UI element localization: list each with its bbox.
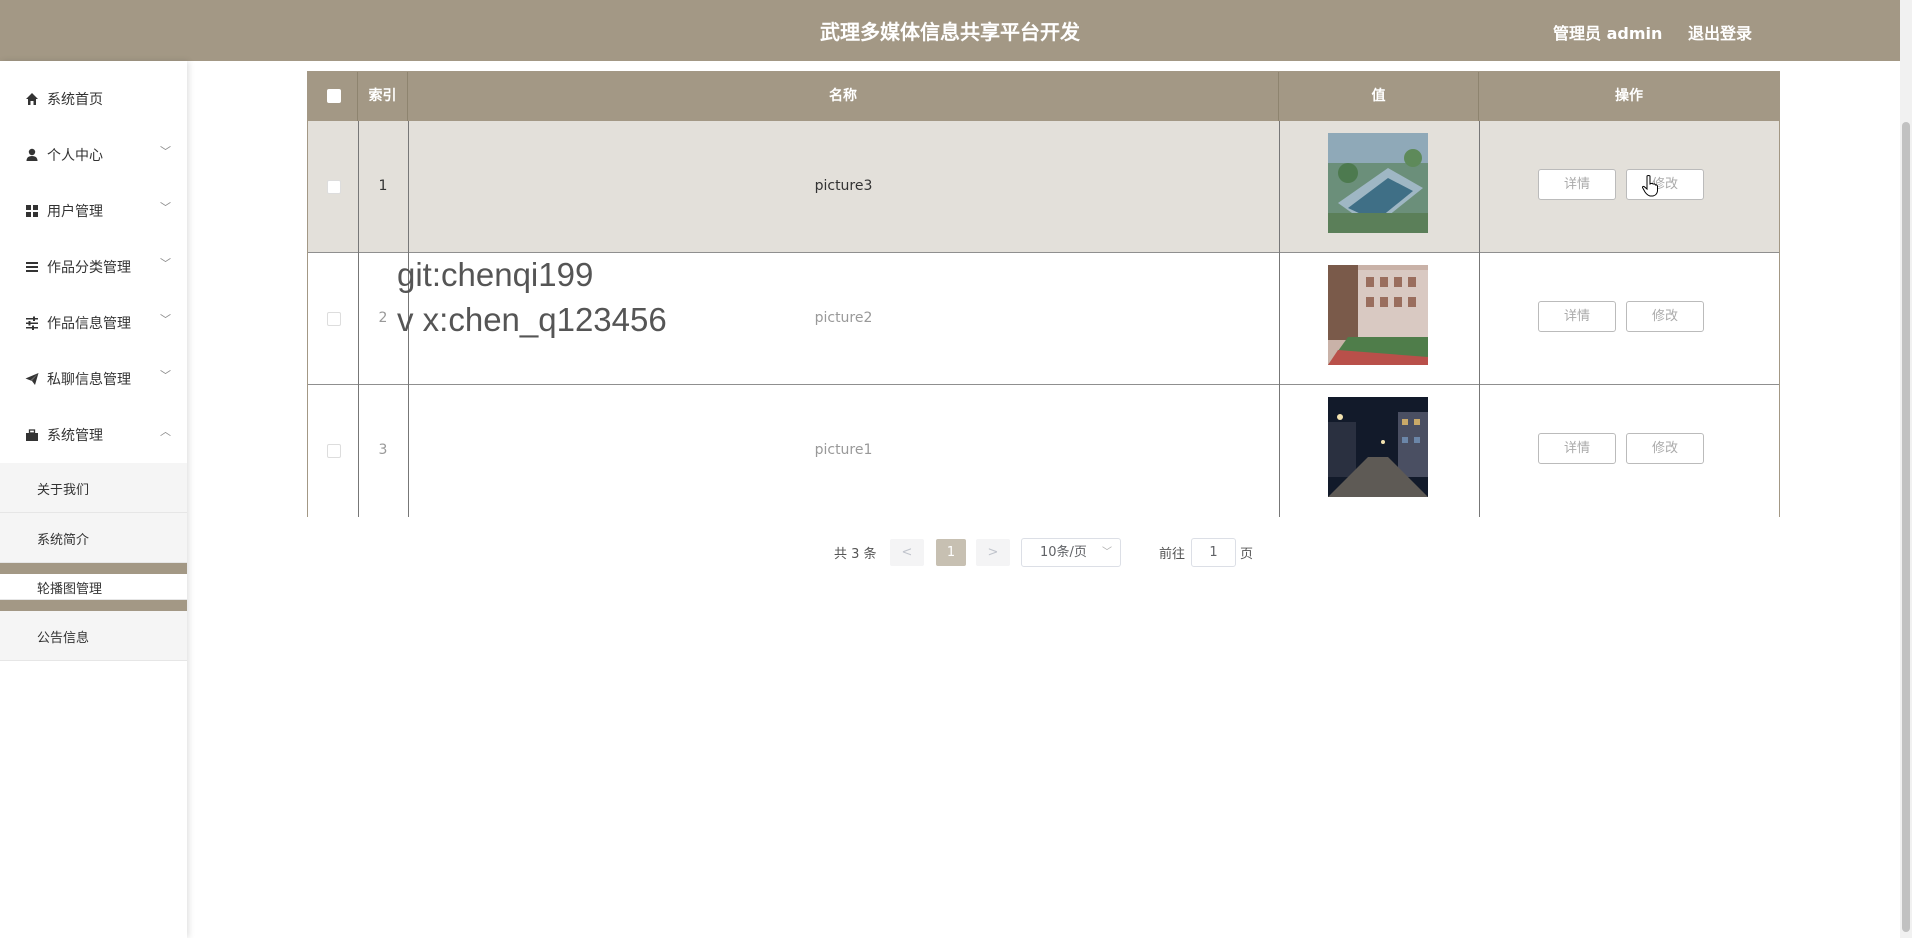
goto-label: 前往 xyxy=(1159,547,1186,562)
detail-button[interactable]: 详情 xyxy=(1538,433,1616,464)
pagination-next-button[interactable]: > xyxy=(976,539,1010,566)
pagination-prev-button[interactable]: < xyxy=(890,539,924,566)
hand-cursor-icon xyxy=(1641,175,1658,197)
table-header: 索引 名称 值 操作 xyxy=(308,72,1779,121)
table-row: 1 picture3 详情 修改 xyxy=(308,121,1779,253)
sidebar-item-label: 作品信息管理 xyxy=(47,316,131,332)
briefcase-icon xyxy=(26,429,38,441)
page-size-select[interactable]: 10条/页 ﹀ xyxy=(1021,538,1121,567)
detail-button[interactable]: 详情 xyxy=(1538,301,1616,332)
active-indicator xyxy=(0,600,187,611)
sidebar-item-label: 系统首页 xyxy=(47,92,103,108)
row-checkbox[interactable] xyxy=(327,444,341,458)
row-checkbox[interactable] xyxy=(327,180,341,194)
edit-button[interactable]: 修改 xyxy=(1626,433,1704,464)
chevron-down-icon: ﹀ xyxy=(160,145,171,158)
admin-label: 管理员 admin xyxy=(1553,24,1663,43)
sidebar: 系统首页 个人中心 ﹀ 用户管理 ﹀ 作品分类管理 ﹀ 作品信息管理 ﹀ 私聊信… xyxy=(0,61,187,938)
column-divider xyxy=(1279,121,1280,517)
sidebar-item-works[interactable]: 作品信息管理 ﹀ xyxy=(0,295,187,351)
sidebar-subitem-label: 系统简介 xyxy=(37,533,90,548)
header-name: 名称 xyxy=(408,72,1279,121)
sidebar-item-category[interactable]: 作品分类管理 ﹀ xyxy=(0,239,187,295)
table-row: 3 picture1 详情 修改 xyxy=(308,385,1779,517)
sidebar-subitem-carousel[interactable]: 轮播图管理 xyxy=(0,574,187,600)
user-icon xyxy=(26,148,38,161)
sidebar-item-label: 私聊信息管理 xyxy=(47,372,131,388)
row-name: picture1 xyxy=(814,442,873,458)
sidebar-item-label: 个人中心 xyxy=(47,148,103,164)
sidebar-item-messages[interactable]: 私聊信息管理 ﹀ xyxy=(0,351,187,407)
sidebar-subitem-about[interactable]: 关于我们 xyxy=(0,463,187,513)
sidebar-item-label: 作品分类管理 xyxy=(47,260,131,276)
chevron-down-icon: ﹀ xyxy=(160,369,171,382)
sidebar-item-profile[interactable]: 个人中心 ﹀ xyxy=(0,127,187,183)
active-indicator xyxy=(0,563,187,574)
pagination-total: 共 3 条 xyxy=(834,547,877,562)
column-divider xyxy=(1479,121,1480,517)
sidebar-subitem-label: 公告信息 xyxy=(37,631,90,646)
send-icon xyxy=(25,373,39,385)
page-unit-label: 页 xyxy=(1240,547,1254,562)
header-action: 操作 xyxy=(1615,88,1643,104)
data-table: 索引 名称 值 操作 1 picture3 详情 修改 2 picture2 详… xyxy=(307,71,1780,517)
sidebar-subitem-notice[interactable]: 公告信息 xyxy=(0,611,187,661)
sidebar-subitem-intro[interactable]: 系统简介 xyxy=(0,513,187,563)
edit-button[interactable]: 修改 xyxy=(1626,169,1704,200)
watermark-line: git:chenqi199 xyxy=(397,256,594,293)
row-image xyxy=(1328,397,1428,497)
home-icon xyxy=(26,93,38,105)
sidebar-item-system[interactable]: 系统管理 ︿ xyxy=(0,407,187,463)
row-image xyxy=(1328,133,1428,233)
sliders-icon xyxy=(26,316,38,330)
row-name: picture3 xyxy=(814,178,873,194)
row-index: 1 xyxy=(378,178,388,194)
grid-icon xyxy=(26,205,38,217)
detail-button[interactable]: 详情 xyxy=(1538,169,1616,200)
goto-page-input[interactable] xyxy=(1191,538,1236,567)
header-select-cell xyxy=(308,72,358,121)
sidebar-item-home[interactable]: 系统首页 xyxy=(0,71,187,127)
row-checkbox[interactable] xyxy=(327,312,341,326)
scrollbar-thumb[interactable] xyxy=(1902,122,1910,932)
sidebar-subitem-label: 轮播图管理 xyxy=(37,582,103,597)
chevron-up-icon: ︿ xyxy=(160,425,171,438)
pagination-page-1[interactable]: 1 xyxy=(936,539,966,566)
sidebar-subitem-label: 关于我们 xyxy=(37,483,90,498)
page-size-value: 10条/页 xyxy=(1040,545,1087,560)
select-all-checkbox[interactable] xyxy=(327,89,341,103)
chevron-down-icon: ﹀ xyxy=(160,313,171,326)
list-icon xyxy=(26,262,38,272)
row-index: 3 xyxy=(378,442,388,458)
chevron-down-icon: ﹀ xyxy=(160,257,171,270)
header-index: 索引 xyxy=(358,72,408,121)
logout-button[interactable]: 退出登录 xyxy=(1688,20,1752,44)
chevron-down-icon: ﹀ xyxy=(1102,547,1112,558)
watermark-line: v x:chen_q123456 xyxy=(397,301,667,338)
chevron-down-icon: ﹀ xyxy=(160,201,171,214)
sidebar-item-label: 系统管理 xyxy=(47,428,103,444)
row-image xyxy=(1328,265,1428,365)
header-value: 值 xyxy=(1279,72,1479,121)
column-divider xyxy=(358,121,359,517)
edit-button[interactable]: 修改 xyxy=(1626,301,1704,332)
sidebar-item-users[interactable]: 用户管理 ﹀ xyxy=(0,183,187,239)
sidebar-item-label: 用户管理 xyxy=(47,204,103,220)
